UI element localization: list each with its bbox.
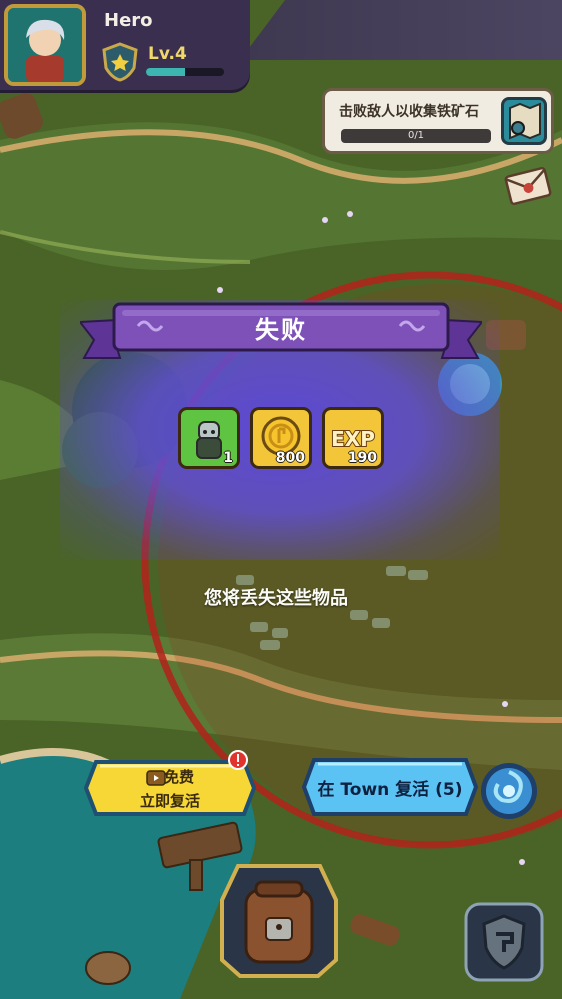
mail-envelope-icon[interactable] [504, 166, 552, 206]
lost-item-exp: EXP 190 [322, 407, 384, 469]
hud-top-banner [240, 0, 562, 60]
lost-item-monster: 1 [178, 407, 240, 469]
svg-text:EXP: EXP [331, 427, 375, 451]
lost-item-gold-count: 800 [275, 450, 305, 466]
hero-avatar[interactable] [4, 4, 86, 86]
free-revive-button[interactable]: 免费 立即复活 [84, 750, 256, 818]
backpack-button[interactable] [218, 860, 340, 980]
player-hud: Hero Lv.4 [0, 0, 562, 90]
lost-item-gold: 800 [250, 407, 312, 469]
map-icon [509, 102, 541, 140]
xp-bar [146, 68, 224, 76]
portal-icon[interactable] [478, 760, 540, 822]
town-revive-label: 在 Town 复活 (5) [317, 780, 463, 800]
lose-items-message: 您将丢失这些物品 [204, 588, 348, 609]
free-revive-label-line2: 立即复活 [139, 792, 200, 810]
guild-shield-button[interactable] [464, 902, 544, 982]
lost-item-exp-count: 190 [347, 450, 377, 466]
lost-item-monster-count: 1 [223, 450, 233, 466]
level-label: Lv.4 [148, 44, 187, 64]
xp-bar-fill [146, 68, 185, 76]
lost-items-row: 1 800 EXP 190 [178, 407, 388, 473]
hero-name: Hero [104, 10, 153, 31]
map-button[interactable] [501, 97, 547, 145]
town-revive-button[interactable]: 在 Town 复活 (5) [302, 756, 478, 818]
quest-tracker[interactable]: 击败敌人以收集铁矿石 0/1 [322, 88, 554, 154]
quest-progress-count: 0/1 [407, 130, 425, 141]
quest-progress-bar: 0/1 [341, 129, 491, 143]
defeat-title: 失败 [255, 316, 307, 344]
rank-shield-icon [102, 42, 138, 82]
hero-portrait-icon [8, 8, 82, 82]
alert-badge-icon [228, 750, 248, 770]
quest-text: 击败敌人以收集铁矿石 [339, 104, 479, 120]
